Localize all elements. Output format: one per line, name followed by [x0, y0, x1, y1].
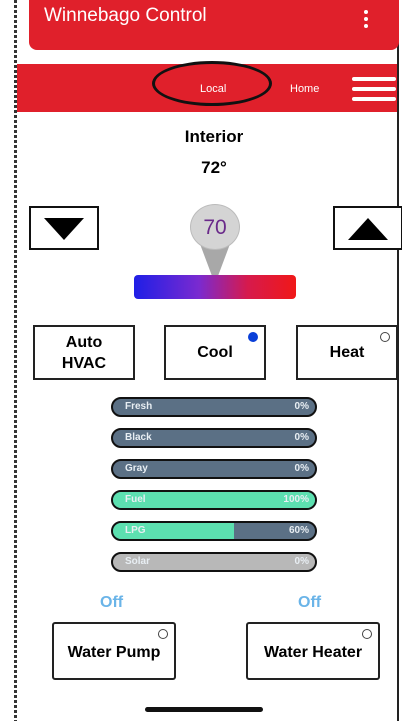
tank-solar: Solar 0%: [111, 552, 317, 572]
app-title: Winnebago Control: [44, 5, 207, 26]
water-heater-indicator: [362, 629, 372, 639]
water-pump-status: Off: [100, 594, 124, 611]
tank-gray: Gray 0%: [111, 459, 317, 479]
temperature-slider[interactable]: [134, 275, 296, 299]
tank-value: 0%: [294, 556, 309, 567]
current-temperature: 72°: [201, 158, 227, 177]
tank-value: 0%: [294, 432, 309, 443]
tank-black: Black 0%: [111, 428, 317, 448]
tank-label: Fuel: [125, 494, 146, 505]
setpoint-value[interactable]: 70: [190, 204, 240, 250]
tank-label: Fresh: [125, 401, 153, 412]
temp-up-button[interactable]: [333, 206, 402, 250]
hamburger-menu-icon[interactable]: [352, 77, 396, 101]
heat-button[interactable]: Heat: [296, 325, 398, 380]
water-pump-indicator: [158, 629, 168, 639]
tank-lpg: LPG 60%: [111, 521, 317, 541]
water-heater-status: Off: [298, 594, 322, 611]
tank-value: 0%: [294, 401, 309, 412]
arrow-up-icon: [348, 218, 388, 240]
cool-label: Cool: [197, 344, 233, 361]
heat-indicator: [380, 332, 390, 342]
temp-down-button[interactable]: [29, 206, 99, 250]
tank-label: LPG: [125, 525, 146, 536]
water-heater-button[interactable]: Water Heater: [246, 622, 380, 680]
home-indicator[interactable]: [145, 707, 263, 712]
zone-title: Interior: [184, 127, 244, 146]
water-pump-label: Water Pump: [67, 644, 161, 661]
app-bar: Winnebago Control: [29, 0, 399, 50]
nav-home-tab[interactable]: Home: [290, 83, 319, 95]
cool-button[interactable]: Cool: [164, 325, 266, 380]
annotation-circle: [152, 61, 272, 106]
tank-label: Gray: [125, 463, 148, 474]
more-options-icon[interactable]: [363, 10, 369, 30]
cool-selected-indicator: [248, 332, 258, 342]
tank-fresh: Fresh 0%: [111, 397, 317, 417]
arrow-down-icon: [44, 218, 84, 240]
auto-hvac-button[interactable]: Auto HVAC: [33, 325, 135, 380]
water-heater-label: Water Heater: [263, 644, 363, 661]
tank-fuel: Fuel 100%: [111, 490, 317, 510]
tank-label: Black: [125, 432, 152, 443]
tank-value: 60%: [288, 525, 309, 536]
tank-value: 0%: [294, 463, 309, 474]
tank-value: 100%: [283, 494, 309, 505]
water-pump-button[interactable]: Water Pump: [52, 622, 176, 680]
auto-hvac-label: Auto HVAC: [61, 334, 107, 372]
tank-label: Solar: [125, 556, 151, 567]
heat-label: Heat: [329, 344, 365, 361]
